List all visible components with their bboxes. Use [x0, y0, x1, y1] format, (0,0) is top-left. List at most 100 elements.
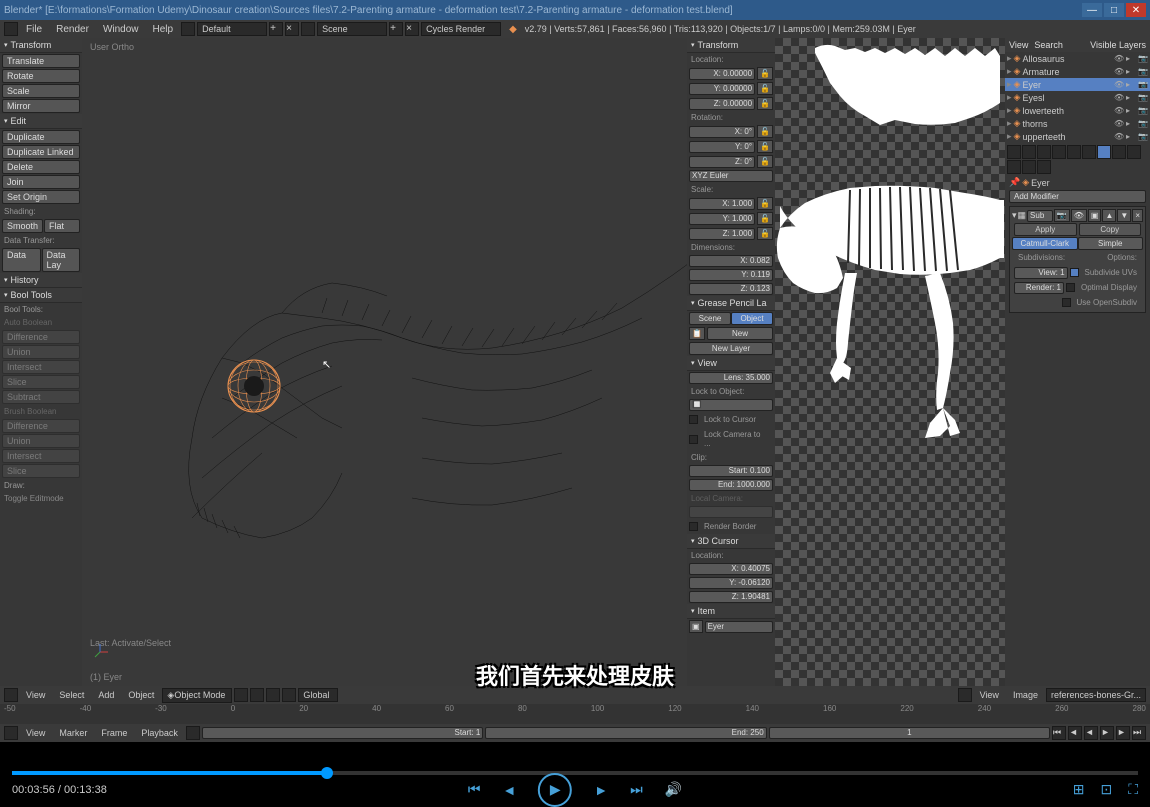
slice2-button[interactable]: Slice [2, 464, 80, 478]
auto-keyframe-icon[interactable] [186, 726, 200, 740]
view-header[interactable]: View [687, 356, 775, 371]
transform-header[interactable]: Transform [687, 38, 775, 53]
scale-x-input[interactable]: X: 1.000 [689, 198, 755, 210]
volume-button[interactable]: 🔊 [665, 781, 682, 798]
image-name-dropdown[interactable]: references-bones-Gr... [1046, 688, 1146, 702]
editor-type-icon[interactable] [4, 688, 18, 702]
modifier-editmode-icon[interactable]: ▣ [1088, 209, 1102, 222]
set-origin-button[interactable]: Set Origin [2, 190, 80, 204]
lock-icon[interactable]: 🔓 [757, 155, 773, 168]
subtract-button[interactable]: Subtract [2, 390, 80, 404]
uv-image-menu[interactable]: Image [1007, 688, 1044, 702]
lock-icon[interactable]: 🔓 [757, 82, 773, 95]
scale-y-input[interactable]: Y: 1.000 [689, 213, 755, 225]
lock-cursor-checkbox[interactable] [689, 415, 698, 424]
keyframe-prev-icon[interactable]: ◄ [1068, 726, 1082, 740]
item-header[interactable]: Item [687, 604, 775, 619]
prev-track-button[interactable]: ⏮ [468, 781, 481, 798]
scene-icon[interactable] [301, 22, 315, 36]
modifier-name-input[interactable]: Sub [1027, 210, 1053, 222]
texture-tab[interactable] [1007, 160, 1021, 174]
modifier-up-button[interactable]: ▲ [1102, 209, 1116, 222]
scene-add-button[interactable]: + [389, 22, 403, 36]
object-tab[interactable] [1067, 145, 1081, 159]
modifier-expand-icon[interactable]: ▾ [1012, 210, 1017, 221]
modifier-viewport-icon[interactable]: 👁 [1071, 209, 1087, 222]
bool-tools-header[interactable]: Bool Tools [0, 288, 82, 303]
simple-button[interactable]: Simple [1078, 237, 1144, 250]
close-button[interactable]: ✕ [1126, 3, 1146, 17]
loc-z-input[interactable]: Z: 0.00000 [689, 98, 755, 110]
outliner-item-eyer[interactable]: ▸◈Eyer👁▸📷 [1005, 78, 1150, 91]
render-engine-dropdown[interactable]: Cycles Render [421, 22, 501, 36]
end-frame-input[interactable]: End: 250 [485, 727, 766, 739]
modifier-down-button[interactable]: ▼ [1117, 209, 1131, 222]
scene-tab[interactable] [1037, 145, 1051, 159]
layout-prev-button[interactable] [181, 22, 195, 36]
rot-x-input[interactable]: X: 0° [689, 126, 755, 138]
gp-datablock-icon[interactable]: 📋 [689, 327, 705, 340]
layers-icon[interactable] [282, 688, 296, 702]
layout-dropdown[interactable]: Default [197, 22, 267, 36]
scene-dropdown[interactable]: Scene [317, 22, 387, 36]
subdivide-uvs-checkbox[interactable] [1070, 268, 1079, 277]
timeline-view[interactable]: View [20, 726, 51, 740]
maximize-button[interactable]: □ [1104, 3, 1124, 17]
modifier-delete-button[interactable]: × [1132, 209, 1143, 222]
minimize-button[interactable]: — [1082, 3, 1102, 17]
item-name-input[interactable]: Eyer [705, 621, 773, 633]
lock-icon[interactable]: 🔓 [757, 197, 773, 210]
object-menu[interactable]: Object [122, 688, 160, 702]
history-header[interactable]: History [0, 273, 82, 288]
duplicate-linked-button[interactable]: Duplicate Linked [2, 145, 80, 159]
cursor-y-input[interactable]: Y: -0.06120 [689, 577, 773, 589]
gp-scene-button[interactable]: Scene [689, 312, 731, 325]
dim-y-input[interactable]: Y: 0.119 [689, 269, 773, 281]
physics-tab[interactable] [1037, 160, 1051, 174]
duplicate-button[interactable]: Duplicate [2, 130, 80, 144]
slice-button[interactable]: Slice [2, 375, 80, 389]
uv-image-editor[interactable] [775, 38, 1005, 686]
outliner-filter[interactable]: Visible Layers [1090, 40, 1146, 50]
data-button[interactable]: Data [2, 248, 41, 272]
menu-window[interactable]: Window [97, 22, 145, 37]
view-menu[interactable]: View [20, 688, 51, 702]
timeline-playback[interactable]: Playback [135, 726, 184, 740]
timeline-editor-icon[interactable] [4, 726, 18, 740]
material-tab[interactable] [1127, 145, 1141, 159]
rewind-button[interactable]: ◄ [502, 782, 516, 798]
cursor-3d-header[interactable]: 3D Cursor [687, 534, 775, 549]
timeline-frame[interactable]: Frame [95, 726, 133, 740]
outliner-item-lowerteeth[interactable]: ▸◈lowerteeth👁▸📷 [1005, 104, 1150, 117]
lock-icon[interactable]: 🔓 [757, 227, 773, 240]
difference-button[interactable]: Difference [2, 330, 80, 344]
play-reverse-icon[interactable]: ◄ [1084, 726, 1098, 740]
menu-file[interactable]: File [20, 22, 48, 37]
dim-z-input[interactable]: Z: 0.123 [689, 283, 773, 295]
world-tab[interactable] [1052, 145, 1066, 159]
modifier-render-icon[interactable]: 📷 [1054, 209, 1070, 222]
keyframe-next-icon[interactable]: ► [1116, 726, 1130, 740]
delete-button[interactable]: Delete [2, 160, 80, 174]
opensubdiv-checkbox[interactable] [1062, 298, 1071, 307]
rot-y-input[interactable]: Y: 0° [689, 141, 755, 153]
breadcrumb-object[interactable]: Eyer [1031, 178, 1050, 188]
current-frame-input[interactable]: 1 [769, 727, 1050, 739]
clip-end-input[interactable]: End: 1000.000 [689, 479, 773, 491]
outliner-item-thorns[interactable]: ▸◈thorns👁▸📷 [1005, 117, 1150, 130]
intersect-button[interactable]: Intersect [2, 360, 80, 374]
gp-new-button[interactable]: New [707, 327, 773, 340]
lock-icon[interactable]: 🔓 [757, 67, 773, 80]
timeline-ruler[interactable]: -50-40-300204060801001201401602202402602… [0, 704, 1150, 724]
subtitle-button[interactable]: ⊞ [1073, 781, 1085, 798]
uv-view-menu[interactable]: View [974, 688, 1005, 702]
difference2-button[interactable]: Difference [2, 419, 80, 433]
jump-end-icon[interactable]: ⏭ [1132, 726, 1146, 740]
loc-y-input[interactable]: Y: 0.00000 [689, 83, 755, 95]
play-pause-button[interactable]: ▶ [538, 773, 572, 807]
orientation-dropdown[interactable]: Global [298, 688, 338, 702]
data-tab[interactable] [1112, 145, 1126, 159]
edit-panel-header[interactable]: Edit [0, 114, 82, 129]
lock-object-input[interactable]: 🔲 [689, 399, 773, 411]
lock-icon[interactable]: 🔓 [757, 212, 773, 225]
